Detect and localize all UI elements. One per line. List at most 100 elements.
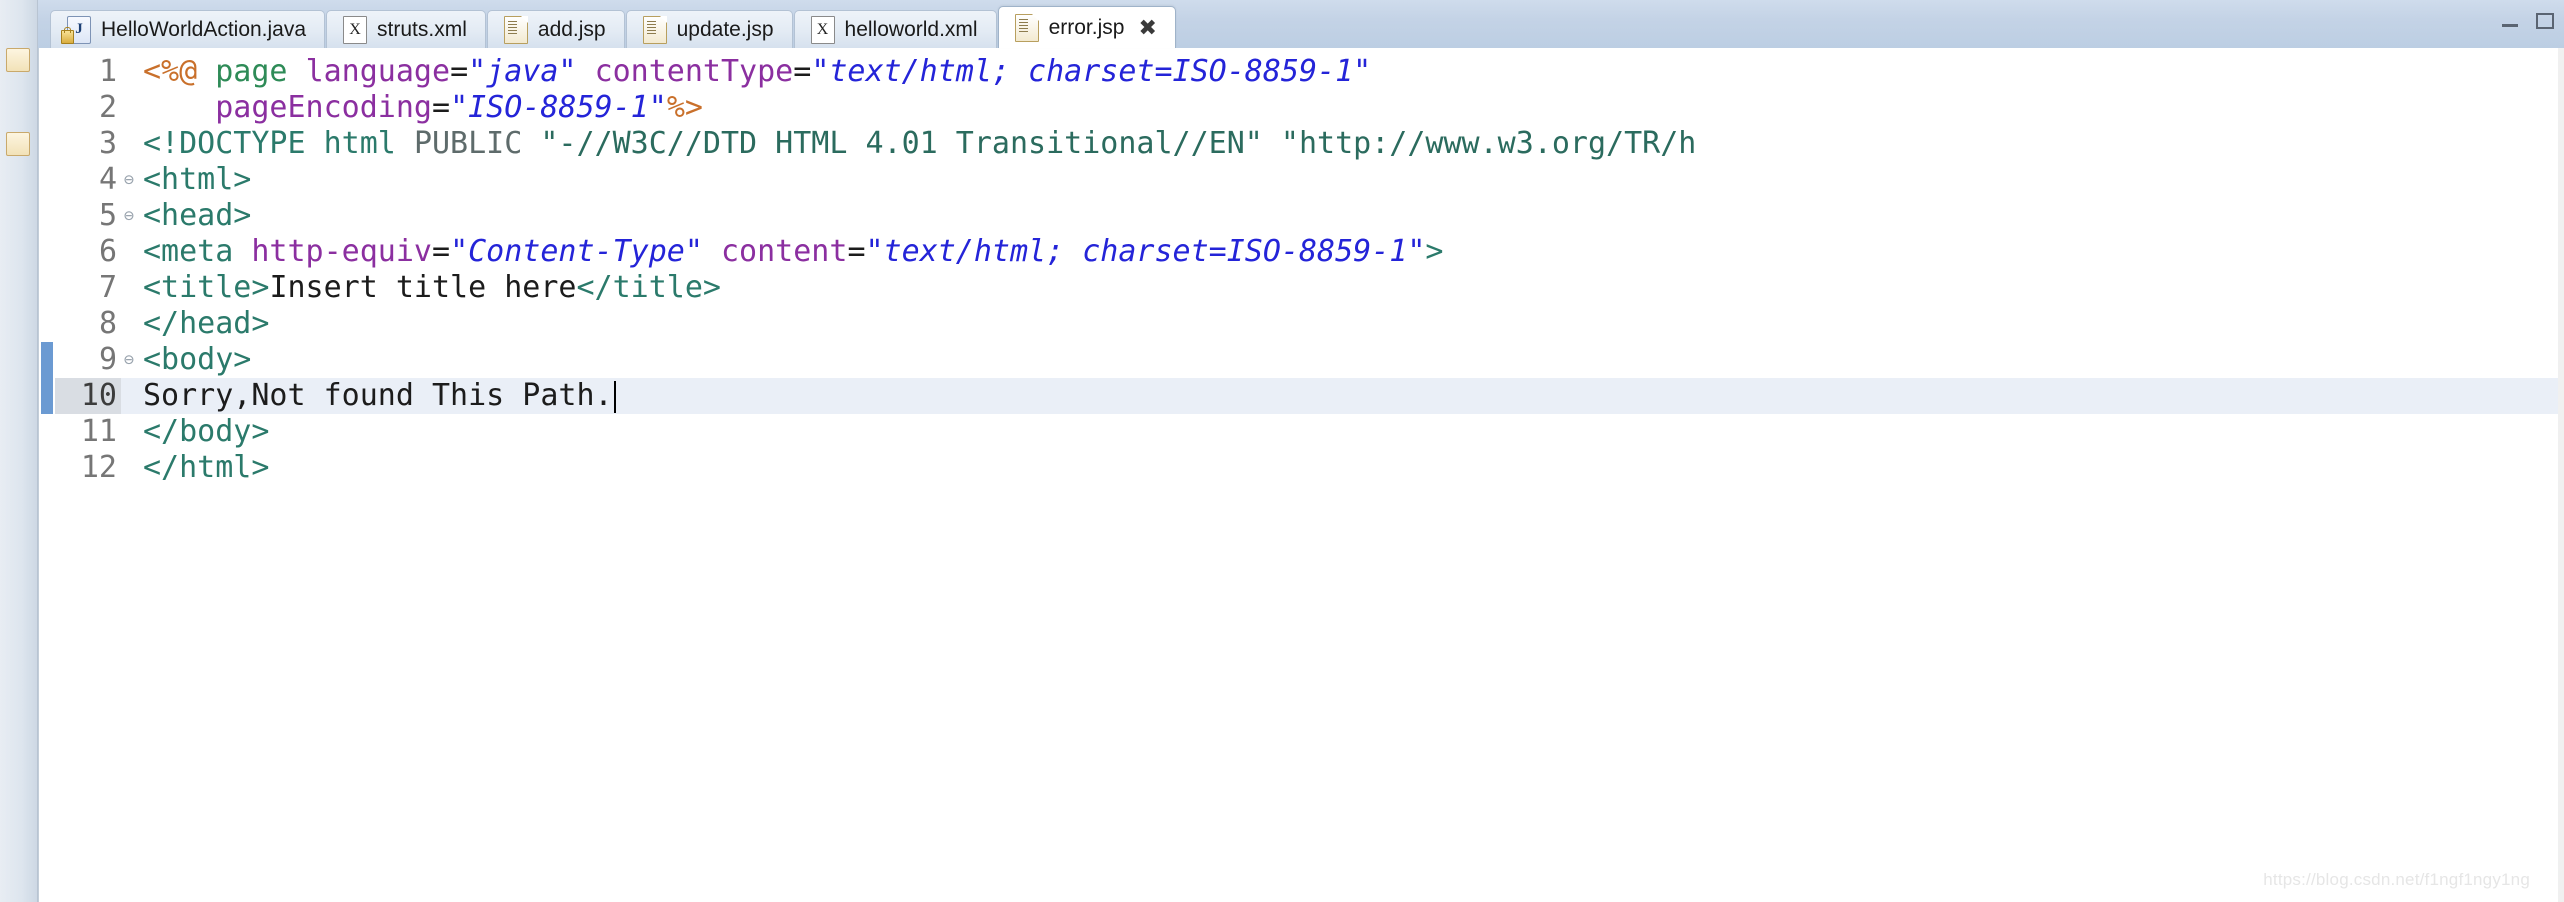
code-line[interactable]: 2 pageEncoding="ISO-8859-1"%> [55, 90, 2564, 126]
editor-tab-helloworldaction-java[interactable]: J HelloWorldAction.java [50, 10, 326, 48]
java-file-icon: J [61, 15, 91, 44]
code-line[interactable]: 8 </head> [55, 306, 2564, 342]
minimize-icon[interactable] [2500, 12, 2522, 30]
code-text: </head> [137, 306, 269, 342]
source-editor[interactable]: 1 <%@ page language="java" contentType="t… [38, 48, 2564, 902]
code-token-eq: = [432, 90, 451, 125]
code-line[interactable]: 9 ⊖ <body> [55, 342, 2564, 378]
editor-tab-label: error.jsp [1048, 15, 1125, 39]
code-token-dir: <%@ [143, 54, 198, 89]
code-token-eq: = [793, 54, 812, 89]
line-number: 5 [98, 198, 117, 233]
editor-tab-label: add.jsp [537, 17, 606, 41]
code-token-str: "text/html; charset=ISO-8859-1" [865, 234, 1426, 269]
vertical-scrollbar[interactable] [2558, 48, 2564, 902]
code-token-dt-str: "-//W3C//DTD HTML 4.01 Transitional//EN" [540, 126, 1263, 161]
code-token-eq: = [450, 54, 469, 89]
code-token-attr: language [305, 54, 451, 89]
rail-icon-top[interactable] [6, 48, 30, 72]
eclipse-editor-window: J HelloWorldAction.java Xstruts.xml add.jsp… [0, 0, 2564, 902]
line-number: 10 [55, 378, 121, 414]
xml-file-icon: X [343, 15, 368, 44]
editor-tab-struts-xml[interactable]: Xstruts.xml [326, 10, 486, 48]
code-token-eq: = [432, 234, 451, 269]
code-line[interactable]: 7 <title>Insert title here</title> [55, 270, 2564, 306]
xml-file-icon: X [810, 15, 835, 44]
editor-tab-add-jsp[interactable]: add.jsp [486, 10, 625, 48]
code-token-doctype: <!DOCTYPE [143, 126, 306, 161]
change-bar-marker [41, 342, 53, 414]
code-token-tag: </head> [143, 306, 270, 341]
code-line[interactable]: 1 <%@ page language="java" contentType="t… [55, 54, 2564, 90]
change-ruler [39, 48, 55, 902]
editor-tab-label: struts.xml [377, 17, 467, 41]
lock-overlay-icon [61, 26, 74, 44]
code-token-tag: </body> [143, 414, 270, 449]
maximize-icon[interactable] [2536, 13, 2554, 29]
editor-tab-label: update.jsp [676, 17, 774, 41]
editor-tab-helloworld-xml[interactable]: Xhelloworld.xml [793, 10, 997, 48]
fold-toggle-icon[interactable]: ⊖ [121, 207, 137, 225]
code-text: Sorry,Not found This Path. [137, 378, 616, 414]
code-line[interactable]: 3 <!DOCTYPE html PUBLIC "-//W3C//DTD HTML… [55, 126, 2564, 162]
code-lines[interactable]: 1 <%@ page language="java" contentType="t… [55, 54, 2564, 902]
code-token-attr: content [721, 234, 848, 269]
line-number: 11 [80, 414, 117, 449]
line-number: 2 [98, 90, 117, 125]
editor-tab-label: HelloWorldAction.java [101, 17, 307, 41]
code-token-tag: <head> [143, 198, 252, 233]
code-token-tag: > [1425, 234, 1444, 269]
code-token-tag: </html> [143, 450, 270, 485]
code-token-kw: page [215, 54, 288, 89]
code-token-dt-str: "http://www.w3.org/TR/h [1280, 126, 1697, 161]
watermark-text: https://blog.csdn.net/f1ngf1ngy1ng [2263, 870, 2530, 889]
line-number: 4 [98, 162, 117, 197]
rail-icon-bottom[interactable] [6, 132, 30, 156]
code-text: <!DOCTYPE html PUBLIC "-//W3C//DTD HTML … [137, 126, 1696, 162]
code-line[interactable]: 12 </html> [55, 450, 2564, 486]
fold-toggle-icon[interactable]: ⊖ [121, 171, 137, 189]
code-line[interactable]: 10 Sorry,Not found This Path. [55, 378, 2564, 414]
code-token-str: "ISO-8859-1" [450, 90, 667, 125]
editor-tab-list: J HelloWorldAction.java Xstruts.xml add.jsp… [50, 6, 2564, 48]
code-line[interactable]: 5 ⊖ <head> [55, 198, 2564, 234]
code-text: <head> [137, 198, 251, 234]
code-line[interactable]: 11 </body> [55, 414, 2564, 450]
editor-tab-error-jsp[interactable]: error.jsp ✖ [997, 6, 1176, 48]
code-text: <html> [137, 162, 251, 198]
close-icon[interactable]: ✖ [1138, 16, 1156, 39]
code-token-eq: = [847, 234, 866, 269]
jsp-file-icon [1014, 13, 1039, 42]
code-line[interactable]: 6 <meta http-equiv="Content-Type" content… [55, 234, 2564, 270]
code-token-tag: html [323, 126, 396, 161]
line-number: 8 [98, 306, 117, 341]
code-text: <%@ page language="java" contentType="te… [137, 54, 1371, 90]
code-text: <meta http-equiv="Content-Type" content=… [137, 234, 1443, 270]
code-text: pageEncoding="ISO-8859-1"%> [137, 90, 703, 126]
code-line[interactable]: 4 ⊖ <html> [55, 162, 2564, 198]
code-text: <title>Insert title here</title> [137, 270, 721, 306]
code-token-attr: http-equiv [251, 234, 432, 269]
code-text: </html> [137, 450, 269, 486]
text-caret [613, 380, 616, 413]
code-token-plain: Insert title here [269, 270, 577, 305]
code-token-str: "java" [468, 54, 577, 89]
code-token-attr: contentType [594, 54, 794, 89]
code-token-str: "Content-Type" [450, 234, 703, 269]
editor-tab-update-jsp[interactable]: update.jsp [625, 10, 793, 48]
code-token-str: "text/html; charset=ISO-8859-1" [811, 54, 1372, 89]
code-text: <body> [137, 342, 251, 378]
code-token-tag: <html> [143, 162, 252, 197]
fold-toggle-icon[interactable]: ⊖ [121, 351, 137, 369]
code-text: </body> [137, 414, 269, 450]
line-number: 6 [98, 234, 117, 269]
line-number: 7 [98, 270, 117, 305]
line-number: 3 [98, 126, 117, 161]
